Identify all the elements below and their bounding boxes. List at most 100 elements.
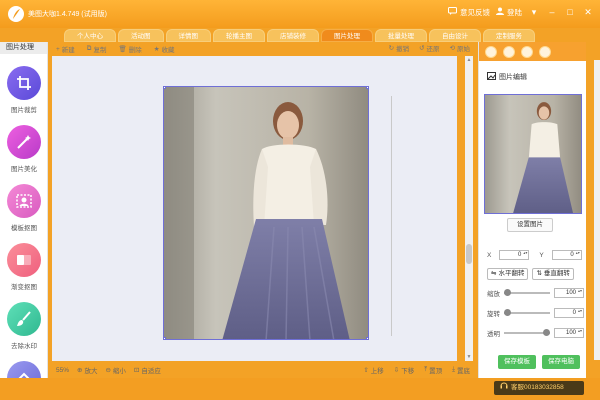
- canvas-scrollbar[interactable]: ▲ ▼: [465, 56, 473, 361]
- arrow-up-icon: ⇧: [363, 367, 369, 374]
- sticker-icon[interactable]: [539, 45, 551, 58]
- magic-wand-icon: [7, 125, 41, 159]
- opacity-slider-knob[interactable]: [543, 329, 550, 336]
- flip-v-label: 垂直翻转: [543, 270, 570, 277]
- zoom-in-button[interactable]: ⊕ 放大: [77, 365, 97, 375]
- sidebar-item-beautify[interactable]: 图片美化: [0, 125, 47, 173]
- copy-label: 复制: [93, 47, 107, 54]
- scroll-up-icon[interactable]: ▲: [465, 57, 473, 63]
- panel-tool-row: [479, 42, 586, 61]
- copy-button[interactable]: ⧉ 复制: [87, 44, 107, 54]
- scroll-thumb[interactable]: [466, 244, 472, 264]
- scroll-down-icon[interactable]: ▼: [465, 354, 473, 360]
- scale-slider[interactable]: [504, 289, 550, 297]
- sidebar-item-label: 渐变抠图: [11, 284, 37, 291]
- sidebar-item-remove-watermark[interactable]: 去除水印: [0, 302, 47, 350]
- maximize-button[interactable]: □: [564, 6, 576, 18]
- move-down-label: 下移: [401, 368, 415, 375]
- sidebar-item-label: 去除水印: [11, 343, 37, 350]
- resize-handle-tr[interactable]: [366, 87, 368, 89]
- save-template-button[interactable]: 保存模板: [498, 355, 536, 369]
- login-label: 登陆: [507, 7, 522, 17]
- delete-button[interactable]: 🗑︎ 删除: [118, 44, 141, 54]
- resize-handle-bl[interactable]: [164, 337, 166, 339]
- favorite-button[interactable]: ★ 收藏: [154, 44, 175, 54]
- sidebar-item-label: 图片美化: [11, 166, 37, 173]
- close-icon: ✕: [584, 7, 592, 17]
- flip-horizontal-button[interactable]: ⇋ 水平翻转: [487, 268, 529, 280]
- original-button[interactable]: ⟲ 原始: [450, 43, 470, 53]
- star-icon: ★: [153, 46, 160, 53]
- menu-icon: ▾: [531, 7, 537, 17]
- move-up-button[interactable]: ⇧ 上移: [363, 365, 383, 375]
- tab-store-decor[interactable]: 店铺装修: [267, 29, 319, 42]
- minimize-icon: –: [549, 7, 555, 17]
- opacity-input[interactable]: 100: [554, 328, 584, 338]
- sidebar-item-gradient-cutout[interactable]: 渐变抠图: [0, 243, 47, 291]
- rotate-slider[interactable]: [504, 309, 550, 317]
- scale-slider-knob[interactable]: [504, 289, 511, 296]
- sidebar-item-crop[interactable]: 图片裁剪: [0, 66, 47, 114]
- tab-image-processing[interactable]: 图片处理: [321, 29, 373, 42]
- resize-handle-br[interactable]: [366, 337, 368, 339]
- section-title: 图片编辑: [499, 74, 527, 81]
- y-input[interactable]: 0: [551, 250, 582, 260]
- selected-photo[interactable]: [163, 86, 369, 340]
- delete-label: 删除: [128, 47, 142, 54]
- save-pc-button[interactable]: 保存电脑: [542, 355, 580, 369]
- trash-icon: 🗑︎: [118, 46, 127, 53]
- flip-vertical-button[interactable]: ⇅ 垂直翻转: [532, 268, 574, 280]
- login-button[interactable]: 登陆: [496, 7, 522, 18]
- tab-personal-center[interactable]: 个人中心: [64, 29, 116, 42]
- tab-detail[interactable]: 详情图: [165, 29, 211, 42]
- zoom-out-icon: ⊖: [105, 367, 111, 374]
- tab-custom-service[interactable]: 定制服务: [483, 29, 535, 42]
- minimize-button[interactable]: –: [546, 6, 558, 18]
- fit-button[interactable]: ⊡ 自适应: [134, 365, 161, 375]
- new-button[interactable]: + 新建: [56, 44, 75, 55]
- move-down-button[interactable]: ⇩ 下移: [394, 365, 414, 375]
- rotate-input[interactable]: 0: [554, 308, 584, 318]
- zoom-out-label: 缩小: [112, 368, 126, 375]
- send-bottom-button[interactable]: ⤓ 置底: [452, 365, 470, 375]
- window-title: 美图大咖1.4.749 (试用版): [28, 11, 107, 18]
- tab-free-design[interactable]: 自由设计: [429, 29, 481, 42]
- text-icon[interactable]: [503, 45, 515, 58]
- brush-icon: [7, 302, 41, 336]
- cutout-icon: [7, 184, 41, 218]
- x-input[interactable]: 0: [499, 250, 530, 260]
- send-bottom-icon: ⤓: [452, 366, 455, 373]
- close-button[interactable]: ✕: [582, 6, 594, 18]
- zoom-in-icon: ⊕: [77, 367, 83, 374]
- panel-scrollbar[interactable]: [594, 60, 600, 360]
- favorite-label: 收藏: [161, 47, 175, 54]
- y-label: Y: [539, 251, 544, 259]
- customer-service-button[interactable]: 客服00183032858: [494, 381, 584, 395]
- scale-input[interactable]: 100: [554, 288, 584, 298]
- tab-carousel[interactable]: 轮播主图: [213, 29, 265, 42]
- redo-button[interactable]: ↻ 撤销: [389, 43, 409, 53]
- tab-activity[interactable]: 活动图: [118, 29, 164, 42]
- editing-canvas[interactable]: [52, 56, 457, 361]
- bring-top-button[interactable]: ⤒ 置顶: [424, 365, 442, 375]
- undo-button[interactable]: ↺ 还原: [419, 43, 439, 53]
- main-tabs: 个人中心 活动图 详情图 轮播主图 店铺装修 图片处理 批量处理 自由设计 定制…: [64, 29, 535, 42]
- opacity-label: 透明: [487, 331, 500, 338]
- flip-h-label: 水平翻转: [498, 270, 525, 277]
- fit-label: 自适应: [141, 368, 161, 375]
- redo-label: 撤销: [396, 46, 410, 53]
- zoom-out-button[interactable]: ⊖ 缩小: [105, 365, 125, 375]
- menu-button[interactable]: ▾: [528, 6, 540, 18]
- tab-batch[interactable]: 批量处理: [375, 29, 427, 42]
- rotate-slider-knob[interactable]: [504, 309, 511, 316]
- zoom-value: 55%: [56, 366, 70, 374]
- sidebar-item-more[interactable]: [0, 361, 47, 378]
- resize-handle-tl[interactable]: [164, 87, 166, 89]
- opacity-slider[interactable]: [504, 329, 550, 337]
- settings-icon[interactable]: [485, 45, 497, 58]
- set-image-button[interactable]: 设置图片: [507, 218, 553, 232]
- shape-icon[interactable]: [521, 45, 533, 58]
- headset-icon: [500, 381, 508, 395]
- feedback-button[interactable]: 意见反馈: [448, 7, 490, 18]
- sidebar-item-template-cutout[interactable]: 模板抠图: [0, 184, 47, 232]
